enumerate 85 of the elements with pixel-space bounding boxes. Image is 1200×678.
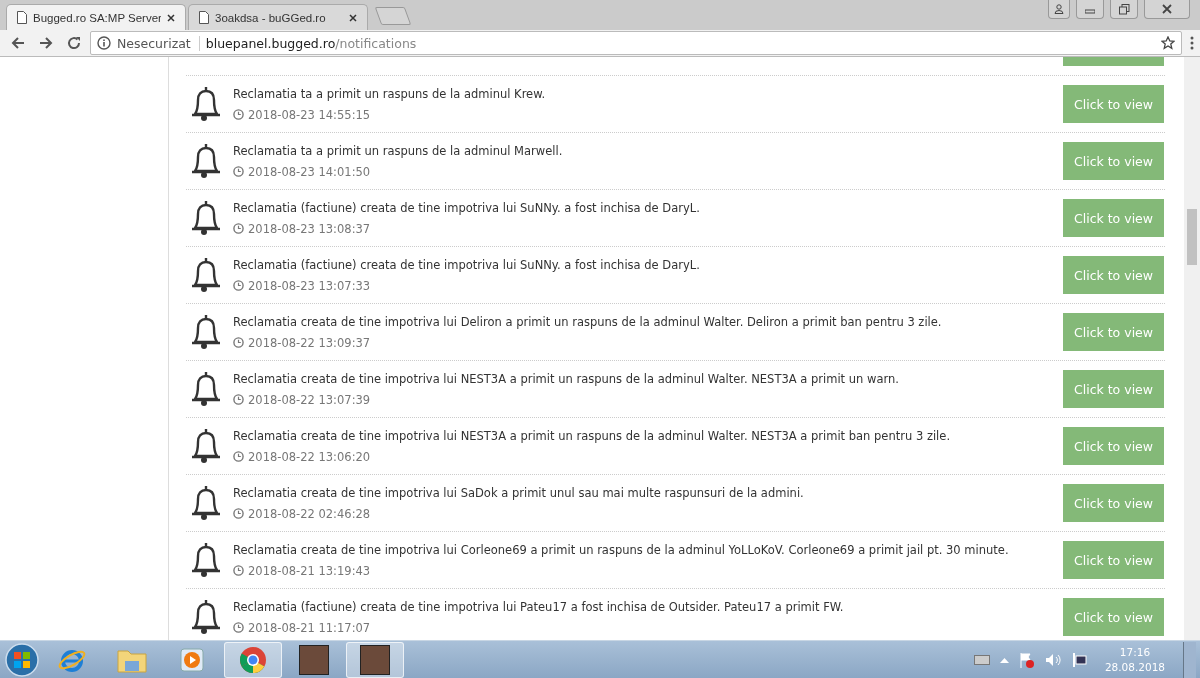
notification-message: Reclamatia creata de tine impotriva lui NEST3A a primit un raspuns de la adminul Walter. NEST3A a primit un warn.	[233, 371, 900, 386]
notification-message: Reclamatia creata de tine impotriva lui SaDok a primit unul sau mai multe raspunsuri de la admini.	[233, 485, 805, 500]
notification-time: 2018-08-22 13:07:39	[248, 392, 371, 407]
browser-tab[interactable]: 3oakdsa - buGGed.ro	[188, 4, 368, 30]
menu-icon[interactable]	[1190, 36, 1194, 50]
restore-icon[interactable]	[1118, 3, 1130, 15]
view-button[interactable]: Click to view	[1063, 199, 1164, 237]
view-button[interactable]: Click to view	[1063, 313, 1164, 351]
notification-message: Reclamatia creata de tine impotriva lui Deliron a primit un raspuns de la adminul Walter. Deliron a primit ban pentru 3 zile.	[233, 314, 943, 329]
restore-button[interactable]	[1110, 0, 1138, 19]
scrollbar[interactable]	[1184, 57, 1200, 640]
close-icon[interactable]	[167, 13, 175, 22]
clock-time[interactable]: 17:16	[1119, 645, 1151, 660]
network-icon[interactable]	[1070, 652, 1087, 668]
notification-time: 2018-08-23 14:55:15	[248, 107, 371, 122]
reload-icon[interactable]	[67, 36, 81, 50]
notification-message: Reclamatia (factiune) creata de tine impotriva lui SuNNy. a fost inchisa de DaryL.	[233, 257, 701, 272]
chrome-icon[interactable]	[239, 646, 267, 674]
security-label: Nesecurizat	[117, 35, 200, 51]
info-icon[interactable]	[97, 36, 111, 50]
speaker-icon[interactable]	[1044, 653, 1061, 667]
close-button[interactable]	[1144, 0, 1190, 19]
bell-icon	[189, 313, 223, 351]
notification-message: Reclamatia (factiune) creata de tine impotriva lui SuNNy. a fost inchisa de DaryL.	[233, 200, 701, 215]
notification-time: 2018-08-22 02:46:28	[248, 506, 371, 521]
bell-icon	[189, 256, 223, 294]
clock-icon	[233, 166, 244, 177]
forward-icon[interactable]	[39, 36, 53, 50]
bell-icon	[189, 370, 223, 408]
notification-message: Reclamatia ta a primit un raspuns de la adminul Krew.	[233, 86, 547, 101]
view-button[interactable]: Click to view	[1063, 484, 1164, 522]
notification-time: 2018-08-22 13:06:20	[248, 449, 371, 464]
page-icon	[17, 11, 27, 24]
notification-message: Reclamatia ta a primit un raspuns de la adminul Marwell.	[233, 143, 564, 158]
view-button[interactable]: Click to view	[1063, 370, 1164, 408]
clock-icon	[233, 109, 244, 120]
view-button[interactable]: Click to view	[1063, 85, 1164, 123]
clock-icon	[233, 508, 244, 519]
notification-message: Reclamatia creata de tine impotriva lui NEST3A a primit un raspuns de la adminul Walter. NEST3A a primit ban pentru 3 zile.	[233, 428, 952, 443]
bell-icon	[189, 598, 223, 636]
clock-icon	[233, 565, 244, 576]
bell-icon	[189, 427, 223, 465]
notification-message: Reclamatia creata de tine impotriva lui Corleone69 a primit un raspuns de la adminul YoLLoKoV. Corleone69 a primit jail pt. 30 minute.	[233, 542, 1010, 557]
notification-message: Reclamatia (factiune) creata de tine impotriva lui Pateu17 a fost inchisa de Outsider. Pateu17 a primit FW.	[233, 599, 845, 614]
clock-icon	[233, 280, 244, 291]
play-icon[interactable]	[179, 647, 205, 673]
view-button[interactable]: Click to view	[1063, 541, 1164, 579]
taskbar-item[interactable]	[346, 642, 404, 678]
clock-date[interactable]: 28.08.2018	[1104, 660, 1165, 675]
bell-icon	[189, 85, 223, 123]
clock-icon	[233, 622, 244, 633]
bell-icon	[189, 484, 223, 522]
minimize-button[interactable]	[1076, 0, 1104, 19]
start-icon[interactable]	[4, 642, 40, 678]
notification-time: 2018-08-23 13:08:37	[248, 221, 371, 236]
profile-button[interactable]	[1048, 0, 1070, 19]
keyboard-icon[interactable]	[973, 655, 990, 665]
show-desktop-button[interactable]	[1183, 642, 1196, 678]
notification-time: 2018-08-23 13:07:33	[248, 278, 371, 293]
caret-icon[interactable]	[999, 657, 1009, 663]
address-bar[interactable]: Nesecurizat bluepanel.bugged.ro/notifications	[90, 31, 1182, 55]
flag-icon[interactable]	[1018, 652, 1035, 668]
view-button[interactable]: Click to view	[1063, 598, 1164, 636]
close-icon[interactable]	[1162, 4, 1172, 14]
browser-tab[interactable]: Bugged.ro SA:MP Server	[6, 4, 186, 30]
star-icon[interactable]	[1161, 36, 1175, 50]
clock-icon	[233, 394, 244, 405]
clock-icon	[233, 451, 244, 462]
person-icon[interactable]	[1054, 4, 1064, 14]
notification-time: 2018-08-22 13:09:37	[248, 335, 371, 350]
close-icon[interactable]	[349, 13, 357, 22]
back-icon[interactable]	[11, 36, 25, 50]
bell-icon	[189, 199, 223, 237]
view-button[interactable]: Click to view	[1063, 142, 1164, 180]
clock-icon	[233, 223, 244, 234]
view-button[interactable]: Click to view	[1063, 427, 1164, 465]
url-text: bluepanel.bugged.ro/notifications	[205, 35, 418, 51]
notification-time: 2018-08-21 13:19:43	[248, 563, 371, 578]
bell-icon	[189, 541, 223, 579]
bell-icon	[189, 142, 223, 180]
clock-icon	[233, 337, 244, 348]
notification-time: 2018-08-21 11:17:07	[248, 620, 371, 635]
notification-time: 2018-08-23 14:01:50	[248, 164, 371, 179]
page-icon	[199, 11, 209, 24]
view-button[interactable]: Click to view	[1063, 256, 1164, 294]
